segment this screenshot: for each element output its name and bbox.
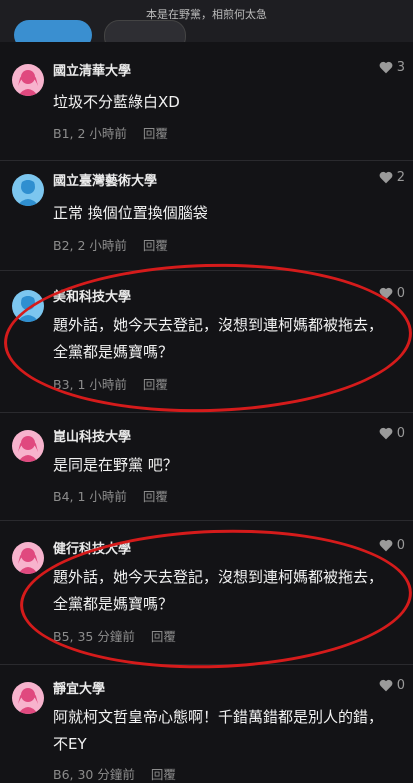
- school-name[interactable]: 靜宜大學: [53, 678, 105, 697]
- female-avatar[interactable]: [12, 542, 44, 574]
- heart-icon: [379, 171, 393, 184]
- top-bar: 本是在野黨，相煎何太急: [0, 0, 413, 42]
- like-count: 3: [396, 60, 405, 75]
- comment-item: 健行科技大學 0 題外話，她今天去登記，沒想到連柯媽都被拖去，全黨都是媽寶嗎？ …: [0, 534, 413, 665]
- sort-chip[interactable]: [104, 20, 186, 42]
- female-avatar[interactable]: [12, 682, 44, 714]
- comment-meta: B6, 30 分鐘前 回覆: [53, 764, 176, 783]
- floor-time: B1, 2 小時前: [53, 126, 127, 141]
- reply-button[interactable]: 回覆: [151, 629, 176, 644]
- male-avatar[interactable]: [12, 174, 44, 206]
- comment-meta: B1, 2 小時前 回覆: [53, 123, 168, 142]
- comment-item: 國立臺灣藝術大學 2 正常 換個位置換個腦袋 B2, 2 小時前 回覆: [0, 166, 413, 271]
- comment-meta: B4, 1 小時前 回覆: [53, 486, 168, 505]
- like-button[interactable]: 0: [379, 426, 405, 441]
- comment-text: 阿就柯文哲皇帝心態啊！千錯萬錯都是別人的錯，不EY: [53, 708, 384, 753]
- comment-text: 垃圾不分藍綠白XD: [53, 93, 180, 111]
- school-name[interactable]: 國立清華大學: [53, 60, 131, 79]
- female-avatar[interactable]: [12, 64, 44, 96]
- comment-meta: B5, 35 分鐘前 回覆: [53, 626, 176, 645]
- like-count: 2: [396, 170, 405, 185]
- school-name[interactable]: 崑山科技大學: [53, 426, 131, 445]
- sort-chip-active[interactable]: [14, 20, 92, 42]
- comment-item: 崑山科技大學 0 是同是在野黨 吧？ B4, 1 小時前 回覆: [0, 422, 413, 521]
- school-name[interactable]: 國立臺灣藝術大學: [53, 170, 157, 189]
- heart-icon: [379, 679, 393, 692]
- floor-time: B3, 1 小時前: [53, 377, 127, 392]
- like-button[interactable]: 0: [379, 286, 405, 301]
- heart-icon: [379, 61, 393, 74]
- comment-text: 是同是在野黨 吧？: [53, 456, 178, 474]
- like-count: 0: [396, 678, 405, 693]
- heart-icon: [379, 287, 393, 300]
- reply-button[interactable]: 回覆: [143, 489, 168, 504]
- heart-icon: [379, 539, 393, 552]
- reply-button[interactable]: 回覆: [143, 238, 168, 253]
- comment-meta: B3, 1 小時前 回覆: [53, 374, 168, 393]
- like-button[interactable]: 3: [379, 60, 405, 75]
- like-count: 0: [396, 286, 405, 301]
- comment-item: 國立清華大學 3 垃圾不分藍綠白XD B1, 2 小時前 回覆: [0, 56, 413, 161]
- school-name[interactable]: 美和科技大學: [53, 286, 131, 305]
- comment-text: 正常 換個位置換個腦袋: [53, 204, 208, 222]
- comment-item: 美和科技大學 0 題外話，她今天去登記，沒想到連柯媽都被拖去，全黨都是媽寶嗎？ …: [0, 282, 413, 413]
- comment-text: 題外話，她今天去登記，沒想到連柯媽都被拖去，全黨都是媽寶嗎？: [53, 568, 384, 613]
- comment-meta: B2, 2 小時前 回覆: [53, 235, 168, 254]
- like-button[interactable]: 0: [379, 678, 405, 693]
- heart-icon: [379, 427, 393, 440]
- floor-time: B2, 2 小時前: [53, 238, 127, 253]
- male-avatar[interactable]: [12, 290, 44, 322]
- floor-time: B6, 30 分鐘前: [53, 767, 135, 782]
- comment-text: 題外話，她今天去登記，沒想到連柯媽都被拖去，全黨都是媽寶嗎？: [53, 316, 384, 361]
- like-count: 0: [396, 426, 405, 441]
- reply-button[interactable]: 回覆: [143, 126, 168, 141]
- comment-item: 靜宜大學 0 阿就柯文哲皇帝心態啊！千錯萬錯都是別人的錯，不EY B6, 30 …: [0, 674, 413, 782]
- female-avatar[interactable]: [12, 430, 44, 462]
- reply-button[interactable]: 回覆: [151, 767, 176, 782]
- reply-button[interactable]: 回覆: [143, 377, 168, 392]
- like-button[interactable]: 0: [379, 538, 405, 553]
- school-name[interactable]: 健行科技大學: [53, 538, 131, 557]
- like-button[interactable]: 2: [379, 170, 405, 185]
- floor-time: B5, 35 分鐘前: [53, 629, 135, 644]
- like-count: 0: [396, 538, 405, 553]
- floor-time: B4, 1 小時前: [53, 489, 127, 504]
